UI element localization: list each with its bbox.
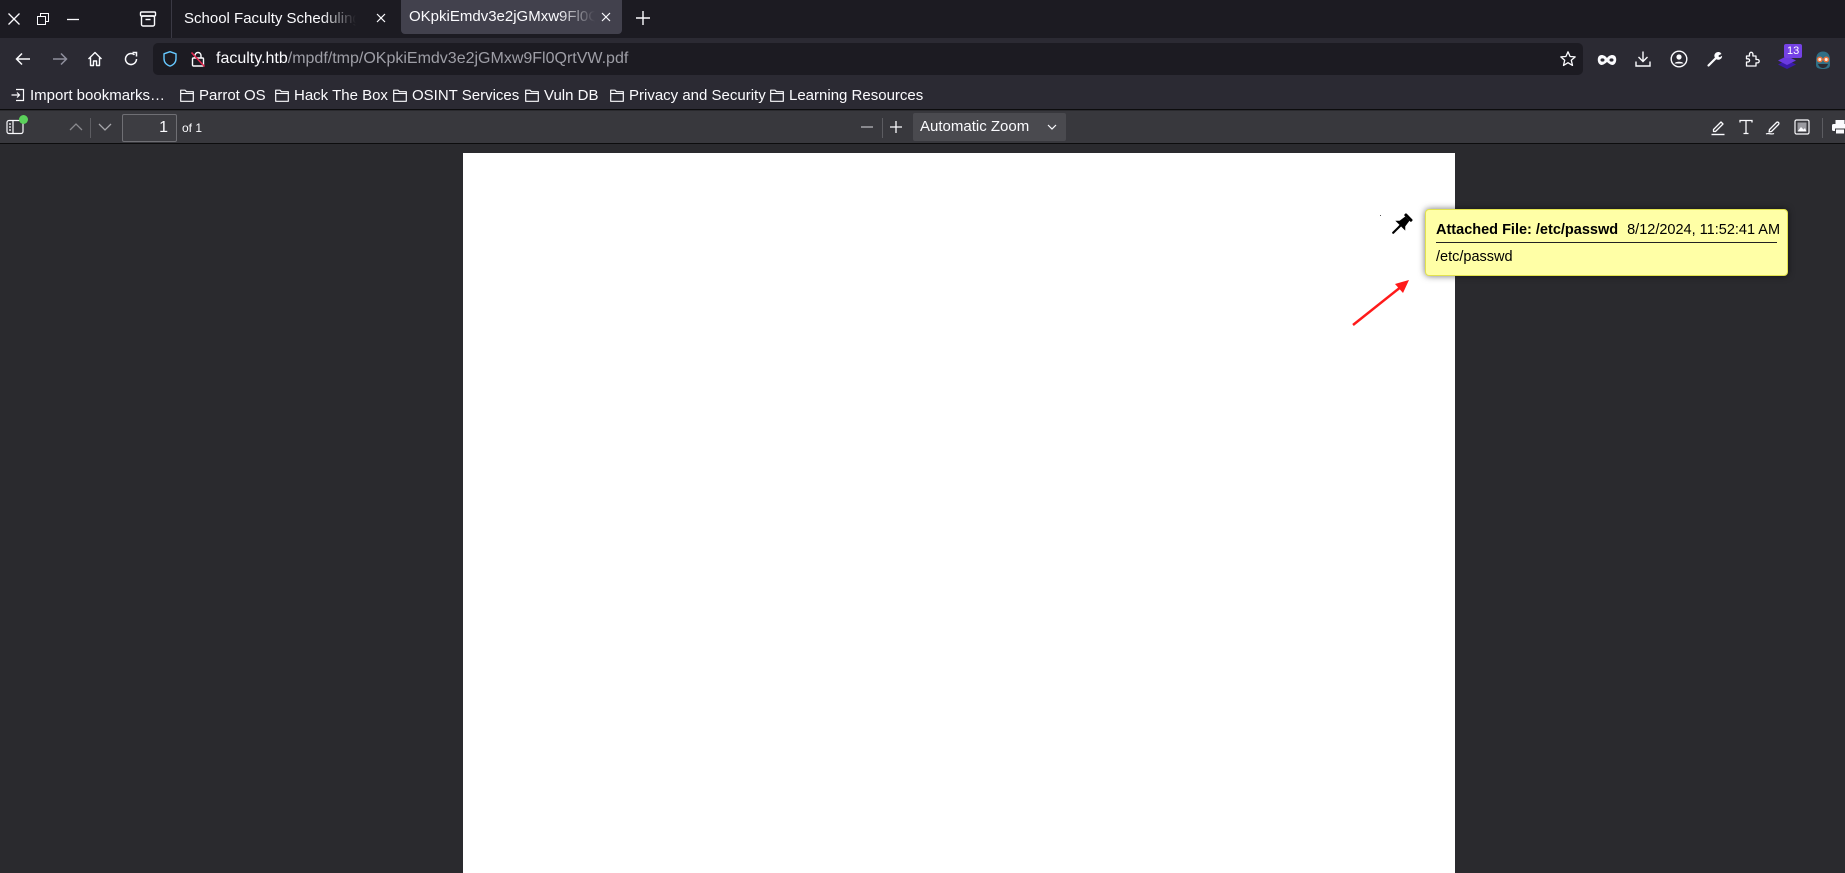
folder-icon: [180, 89, 194, 102]
tab-list-icon[interactable]: [139, 10, 157, 28]
toolbar-separator: [1822, 118, 1823, 138]
folder-icon: [525, 89, 539, 102]
home-icon[interactable]: [87, 51, 103, 67]
plus-icon[interactable]: [636, 11, 650, 25]
bookmark-label: Privacy and Security: [629, 86, 766, 104]
toolbar-separator: [90, 118, 91, 138]
chevron-up-icon[interactable]: [69, 123, 83, 132]
folder-icon: [610, 89, 624, 102]
bookmark-folder-privacy-security[interactable]: Privacy and Security: [610, 80, 766, 110]
zoom-select-value: Automatic Zoom: [920, 118, 1030, 135]
restore-icon[interactable]: [37, 13, 49, 25]
pdf-page: [463, 153, 1455, 873]
page-number-input[interactable]: [122, 114, 177, 142]
popup-date: 8/12/2024, 11:52:41 AM: [1627, 222, 1781, 238]
bookmark-label: OSINT Services: [412, 86, 520, 104]
folder-icon: [770, 89, 784, 102]
chevron-down-icon[interactable]: [98, 123, 112, 132]
highlight-icon[interactable]: [1710, 119, 1727, 136]
puzzle-icon[interactable]: [1744, 51, 1761, 68]
arrow-shaft: [1352, 285, 1403, 326]
print-icon[interactable]: [1831, 119, 1845, 135]
text-icon[interactable]: [1738, 119, 1754, 135]
bookmark-label: Vuln DB: [544, 86, 599, 104]
bookmark-folder-vuln-db[interactable]: Vuln DB: [525, 80, 598, 110]
folder-icon: [275, 89, 289, 102]
arrow-left-icon[interactable]: [15, 51, 31, 67]
bookmark-import[interactable]: Import bookmarks…: [11, 80, 165, 110]
arrow-right-icon[interactable]: [52, 51, 68, 67]
url-path: /mpdf/tmp/OKpkiEmdv3e2jGMxw9Fl0QrtVW.pdf: [287, 50, 629, 67]
url-host: faculty.htb: [216, 50, 288, 67]
url-field[interactable]: faculty.htb/mpdf/tmp/OKpkiEmdv3e2jGMxw9F…: [216, 43, 628, 75]
account-icon[interactable]: [1670, 50, 1688, 68]
bookmark-folder-osint-services[interactable]: OSINT Services: [393, 80, 519, 110]
shield-icon[interactable]: [162, 51, 178, 68]
folder-icon: [393, 89, 407, 102]
popup-content: /etc/passwd: [1436, 249, 1513, 265]
bookmark-label: Learning Resources: [789, 86, 924, 104]
popup-title: Attached File: /etc/passwd: [1436, 222, 1619, 238]
bookmark-label: Import bookmarks…: [30, 86, 166, 104]
minus-icon[interactable]: [860, 120, 874, 134]
plus-icon[interactable]: [889, 120, 903, 134]
bookmark-folder-learning-resources[interactable]: Learning Resources: [770, 80, 923, 110]
tab-separator: [171, 0, 172, 38]
wrench-icon[interactable]: [1707, 51, 1724, 68]
bookmark-label: Parrot OS: [199, 86, 266, 104]
bookmark-folder-parrot-os[interactable]: Parrot OS: [180, 80, 266, 110]
tab-title: School Faculty Scheduling Sy: [184, 10, 356, 27]
tab-school-faculty[interactable]: School Faculty Scheduling Sy: [176, 0, 396, 38]
download-icon[interactable]: [1635, 51, 1652, 68]
minimize-icon[interactable]: [67, 13, 79, 25]
bookmark-folder-hack-the-box[interactable]: Hack The Box: [275, 80, 388, 110]
extension-badge: 13: [1784, 44, 1803, 58]
avatar-icon[interactable]: [1813, 50, 1833, 70]
chevron-down-icon[interactable]: [1047, 124, 1057, 131]
import-icon: [11, 88, 25, 102]
close-icon[interactable]: [601, 12, 611, 22]
image-icon[interactable]: [1794, 119, 1810, 135]
page-count-label: of 1: [182, 121, 203, 135]
tab-pdf-active[interactable]: OKpkiEmdv3e2jGMxw9Fl0Qr: [401, 0, 622, 34]
pushpin-icon[interactable]: [1387, 212, 1415, 238]
close-icon[interactable]: [376, 13, 386, 23]
reload-icon[interactable]: [123, 51, 139, 67]
draw-icon[interactable]: [1765, 119, 1782, 136]
close-icon[interactable]: [8, 13, 21, 26]
lock-insecure-icon[interactable]: [190, 51, 206, 68]
sidebar-status-dot: [19, 115, 28, 124]
private-mask-icon[interactable]: [1597, 54, 1617, 66]
annotation-popup: Attached File: /etc/passwd 8/12/2024, 11:…: [1425, 209, 1788, 276]
red-arrow-annotation: [1352, 280, 1409, 326]
tab-title: OKpkiEmdv3e2jGMxw9Fl0Qr: [409, 8, 595, 25]
toolbar-separator: [882, 118, 883, 138]
star-icon[interactable]: [1560, 51, 1577, 68]
page-speck: [1380, 215, 1381, 216]
popup-header: Attached File: /etc/passwd 8/12/2024, 11:…: [1436, 220, 1781, 243]
bookmark-label: Hack The Box: [294, 86, 388, 104]
